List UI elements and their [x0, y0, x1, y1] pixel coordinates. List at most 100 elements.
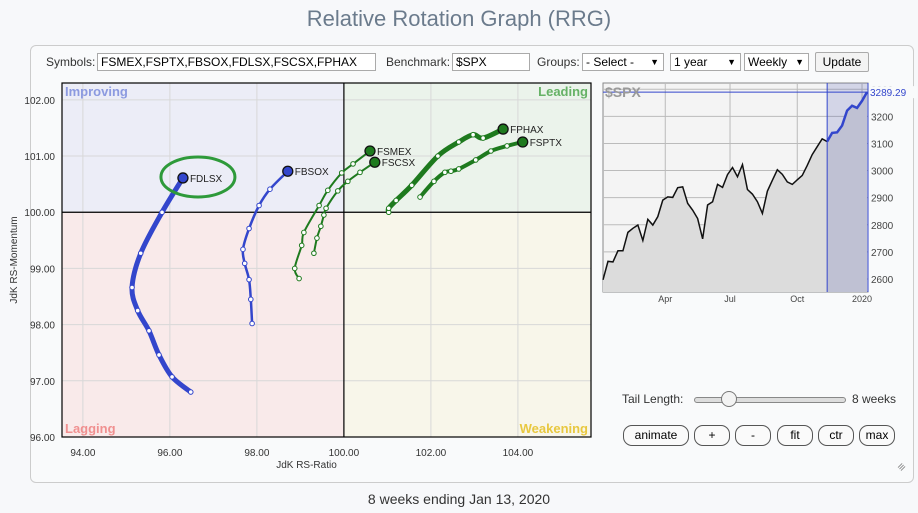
benchmark-x-tick: Jul — [724, 294, 736, 304]
tail-period-highlight — [827, 83, 868, 292]
tail-point — [240, 246, 246, 253]
tail-point — [314, 235, 320, 241]
tail-point — [455, 139, 462, 145]
quadrant-label-leading: Leading — [538, 84, 588, 99]
series-label: FPHAX — [510, 125, 544, 136]
center-button[interactable]: ctr — [818, 425, 854, 446]
x-axis-label: JdK RS-Ratio — [276, 460, 337, 471]
footer-caption: 8 weeks ending Jan 13, 2020 — [367, 491, 551, 507]
tail-point — [187, 389, 194, 395]
y-tick-label: 98.00 — [30, 321, 55, 332]
tail-point — [296, 275, 302, 282]
tail-point — [291, 265, 298, 272]
tail-point — [156, 352, 162, 358]
animate-button[interactable]: animate — [623, 425, 689, 446]
benchmark-x-tick: 2020 — [852, 294, 872, 304]
tail-point — [311, 250, 317, 257]
tail-point — [455, 166, 462, 172]
head-point-fphax — [497, 123, 509, 135]
x-tick-label: 98.00 — [244, 448, 269, 459]
tail-point — [335, 188, 341, 194]
tail-point — [431, 178, 437, 185]
tail-point — [338, 170, 345, 176]
tail-point — [137, 250, 144, 257]
tail-point — [129, 284, 135, 291]
tail-point — [472, 157, 479, 163]
tail-point — [470, 131, 476, 138]
tail-point — [393, 197, 399, 204]
tail-point — [323, 205, 329, 212]
tail-point — [408, 182, 415, 189]
series-label: FBSOX — [295, 167, 329, 178]
tail-point — [325, 187, 331, 194]
benchmark-y-tick: 2700 — [871, 248, 894, 259]
benchmark-y-tick: 2800 — [871, 221, 894, 232]
head-point-fdlsx — [177, 172, 189, 184]
tail-point — [256, 202, 262, 209]
quadrant-improving — [62, 83, 344, 213]
series-label: FSPTX — [530, 138, 563, 149]
tail-length-slider[interactable] — [694, 391, 846, 407]
tail-point — [488, 148, 494, 154]
y-tick-label: 97.00 — [30, 377, 55, 388]
tail-point — [246, 276, 252, 283]
tail-point — [345, 178, 351, 185]
tail-length-value: 8 weeks — [852, 392, 897, 406]
series-label: FDLSX — [190, 174, 223, 185]
tail-point — [442, 169, 448, 176]
benchmark-y-tick: 3000 — [871, 167, 894, 178]
head-point-fscsx — [369, 156, 381, 168]
y-axis-label: JdK RS-Momentum — [9, 216, 20, 303]
x-tick-label: 94.00 — [70, 448, 95, 459]
slider-handle[interactable] — [721, 391, 737, 407]
tail-point — [169, 374, 175, 380]
tail-point — [435, 153, 441, 159]
tail-point — [504, 143, 510, 149]
tail-point — [480, 135, 486, 141]
y-tick-label: 96.00 — [30, 433, 55, 444]
tail-point — [241, 260, 248, 267]
tail-point — [134, 307, 141, 314]
tail-point — [316, 202, 322, 209]
tail-point — [301, 229, 307, 236]
quadrant-label-lagging: Lagging — [65, 421, 116, 436]
benchmark-symbol-label: $SPX — [605, 84, 641, 100]
x-tick-label: 100.00 — [329, 448, 360, 459]
tail-point — [321, 212, 327, 218]
tail-point — [246, 225, 252, 232]
head-point-fbsox — [282, 165, 294, 177]
tail-point — [318, 223, 324, 230]
benchmark-x-tick: Apr — [658, 294, 672, 304]
tail-point — [248, 296, 254, 303]
quadrant-label-improving: Improving — [65, 84, 128, 99]
tail-point — [249, 320, 255, 327]
y-tick-label: 102.00 — [24, 96, 55, 107]
tail-point — [357, 169, 363, 176]
y-tick-label: 100.00 — [24, 208, 55, 219]
benchmark-y-tick: 3100 — [871, 139, 894, 150]
y-tick-label: 99.00 — [30, 264, 55, 275]
benchmark-y-tick: 3200 — [871, 112, 894, 123]
tail-point — [417, 194, 423, 200]
x-tick-label: 102.00 — [416, 448, 447, 459]
fit-button[interactable]: fit — [777, 425, 813, 446]
benchmark-x-tick: Oct — [790, 294, 805, 304]
y-tick-label: 101.00 — [24, 152, 55, 163]
benchmark-y-tick: 2900 — [871, 194, 894, 205]
head-point-fsmex — [364, 145, 376, 157]
tail-point — [159, 209, 165, 216]
zoom-out-button[interactable]: - — [735, 425, 771, 446]
x-tick-label: 104.00 — [503, 448, 534, 459]
head-point-fsptx — [517, 136, 529, 148]
max-button[interactable]: max — [859, 425, 895, 446]
tail-point — [146, 328, 152, 334]
tail-point — [298, 242, 305, 249]
zoom-in-button[interactable]: + — [694, 425, 730, 446]
tail-point — [350, 161, 356, 167]
last-value-label: 3289.29 — [870, 88, 907, 99]
tail-point — [385, 205, 392, 212]
quadrant-label-weakening: Weakening — [520, 421, 588, 436]
tail-point — [267, 186, 273, 192]
series-label: FSMEX — [377, 147, 412, 158]
benchmark-y-tick: 2600 — [871, 275, 894, 286]
